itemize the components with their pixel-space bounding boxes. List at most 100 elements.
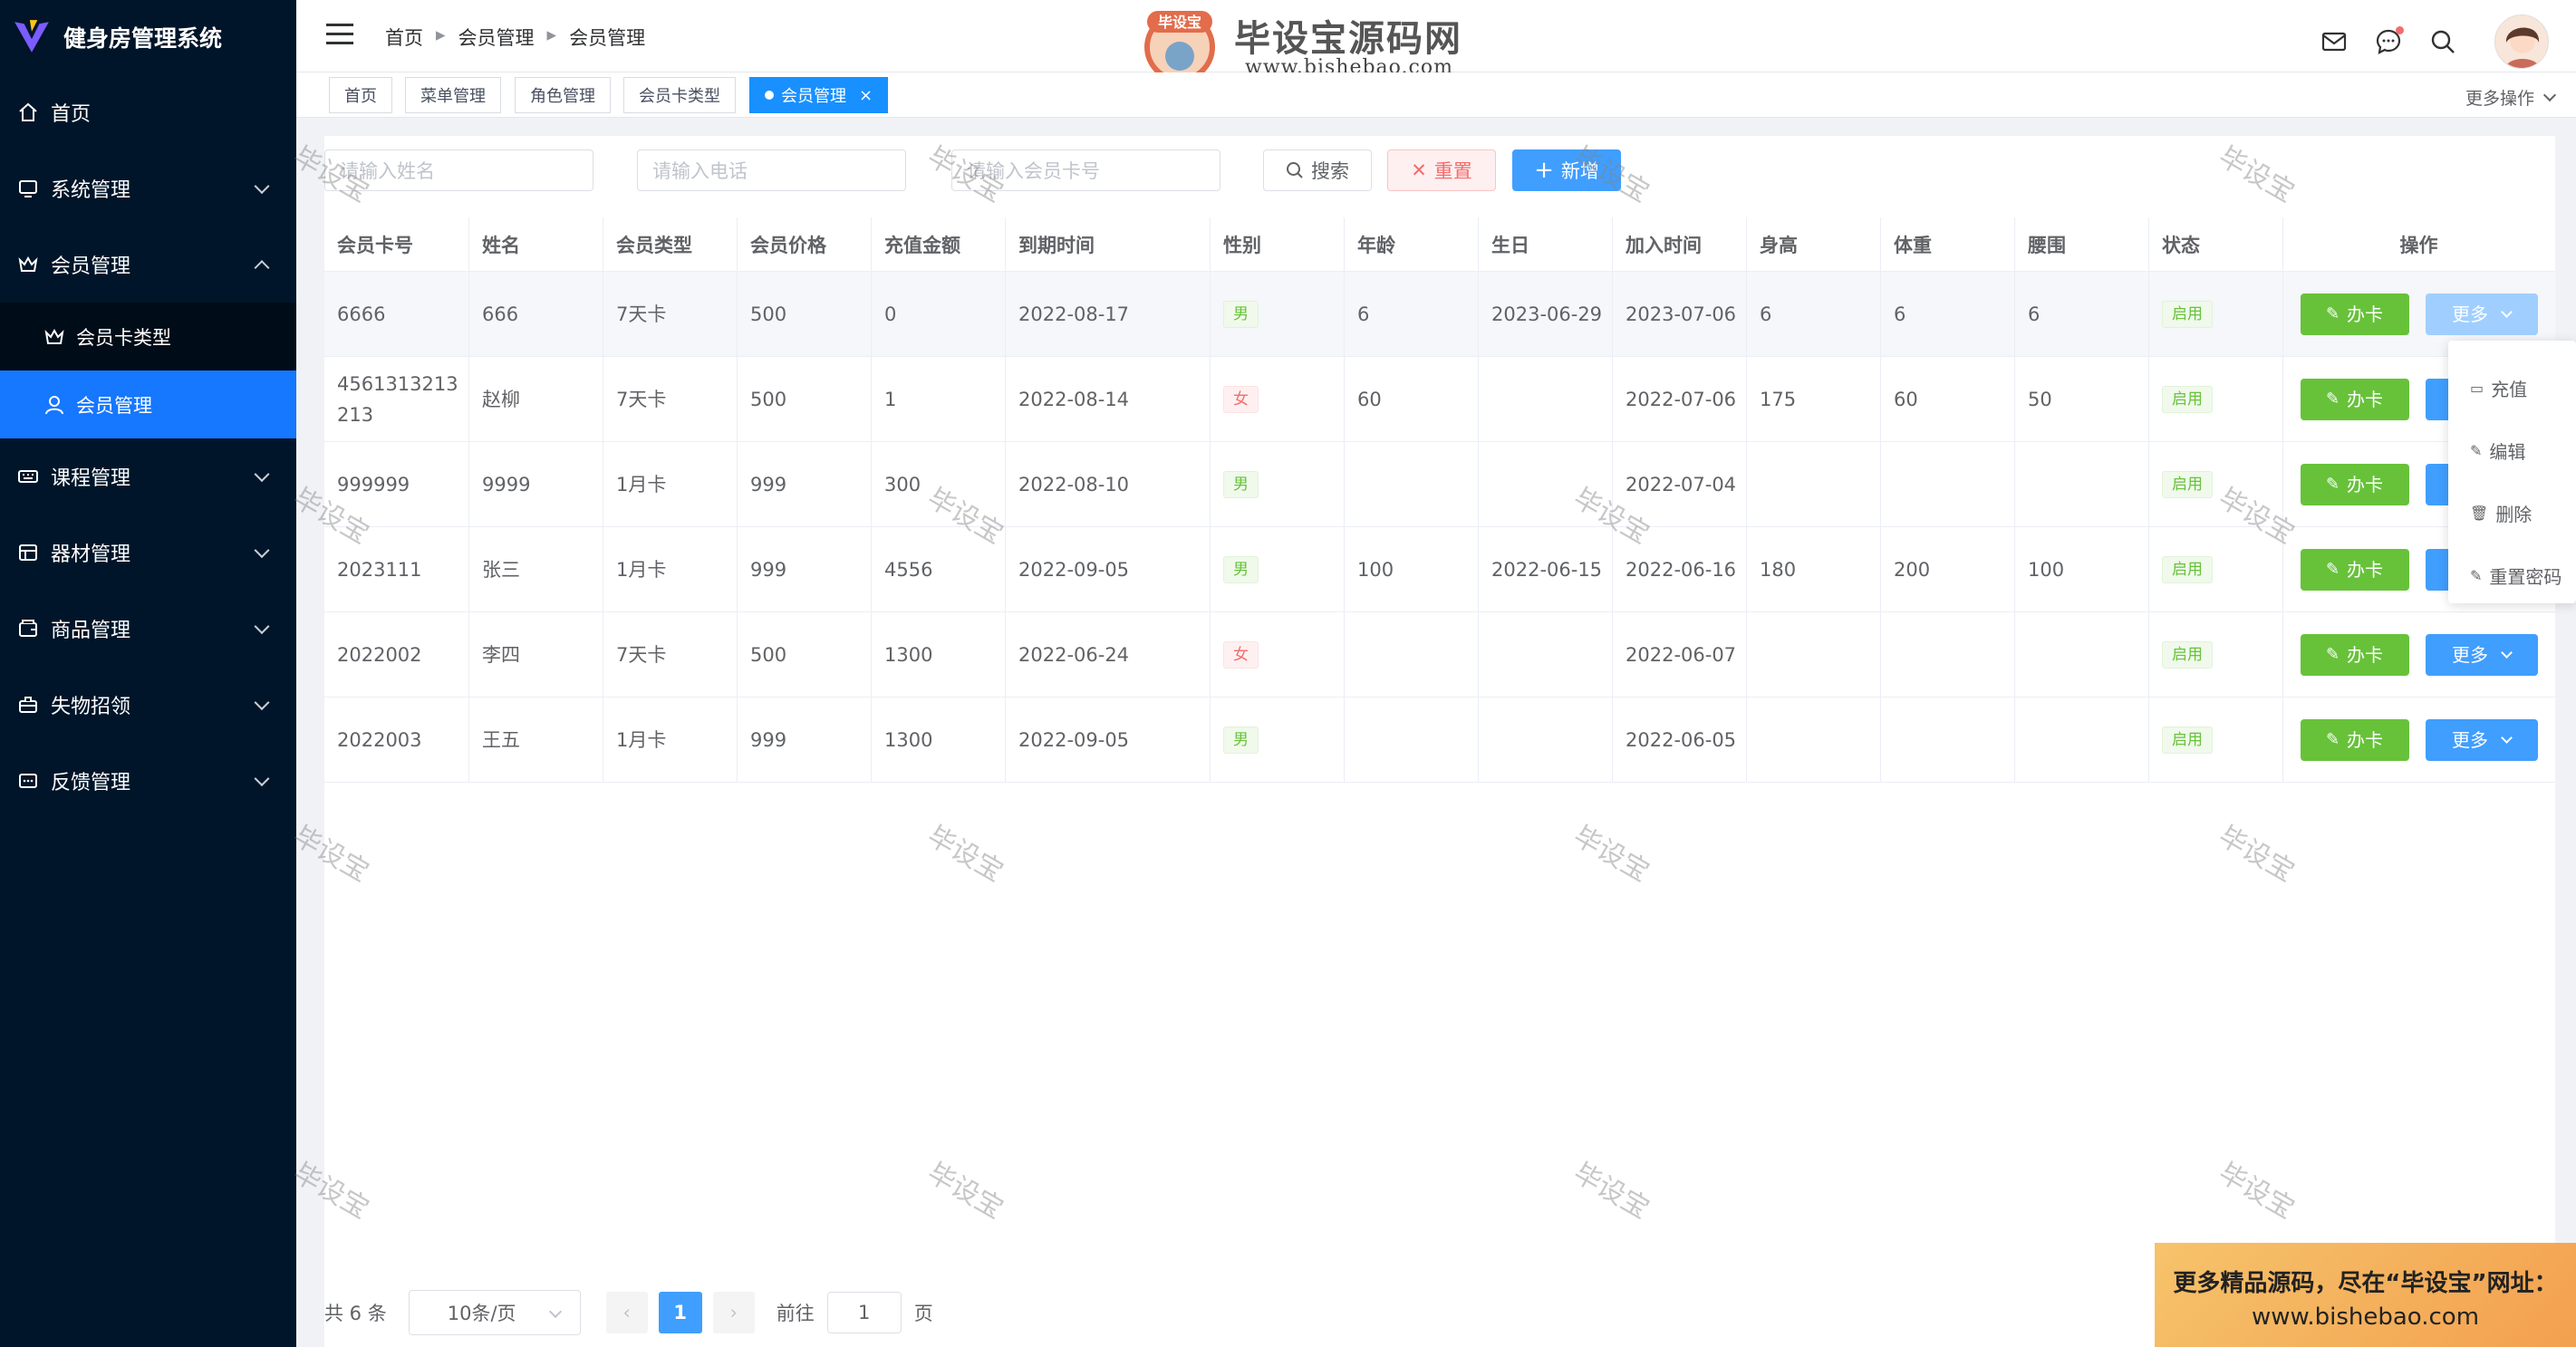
more-actions-button[interactable]: 更多 [2425,718,2538,761]
edit-icon: ✎ [2325,644,2340,664]
issue-card-button[interactable]: ✎ 办卡 [2300,378,2409,420]
mail-icon[interactable] [2319,26,2349,57]
column-header: 体重 [1881,217,2015,271]
tag-card-type[interactable]: 会员卡类型 [623,77,736,113]
edit-icon: ✎ [2325,729,2340,749]
more-operations-dropdown[interactable]: 更多操作 [2465,85,2557,110]
page-number-current[interactable]: 1 [658,1292,702,1333]
cell-gender: 男 [1211,698,1345,782]
dropdown-item-edit[interactable]: ✎ 编辑 [2448,419,2576,482]
breadcrumb-item-home[interactable]: 首页 [385,24,423,51]
tag-label: 角色管理 [530,87,595,106]
sidebar-item-course[interactable]: 课程管理 [0,438,296,515]
reset-button-label: 重置 [1433,160,1472,182]
search-button[interactable]: 搜索 [1263,149,1372,191]
sidebar-item-label: 首页 [51,103,92,126]
chevron-down-icon [2501,731,2513,744]
cell-age: 60 [1345,357,1479,441]
chat-square-icon: ▭ [2470,380,2484,397]
header-actions [2295,14,2549,69]
more-actions-button[interactable]: 更多 [2425,633,2538,676]
issue-card-button[interactable]: ✎ 办卡 [2300,633,2409,676]
close-icon[interactable]: × [859,86,873,105]
cell-join: 2022-06-05 [1613,698,1747,782]
goto-prefix: 前往 [776,1303,815,1324]
sidebar-subitem-member-manage[interactable]: 会员管理 [0,370,296,438]
wallet-icon [16,617,40,640]
dropdown-item-recharge[interactable]: ▭ 充值 [2448,357,2576,419]
dropdown-item-reset-password[interactable]: ✎ 重置密码 [2448,544,2576,607]
sidebar-item-feedback[interactable]: 反馈管理 [0,743,296,819]
plus-icon: + [1534,157,1554,184]
column-header: 会员类型 [603,217,738,271]
cell-price: 999 [738,442,872,526]
crown-icon [16,253,40,276]
tag-role-manage[interactable]: 角色管理 [515,77,611,113]
tag-label: 会员管理 [781,87,846,106]
edit-icon: ✎ [2325,389,2340,409]
dropdown-item-label: 重置密码 [2489,566,2562,588]
sidebar-item-system[interactable]: 系统管理 [0,150,296,226]
cell-age: 6 [1345,272,1479,356]
chevron-up-icon [254,260,270,276]
logo: 健身房管理系统 [0,0,296,74]
search-icon[interactable] [2427,26,2458,57]
sidebar-item-goods[interactable]: 商品管理 [0,591,296,667]
tag-menu-manage[interactable]: 菜单管理 [405,77,501,113]
user-avatar[interactable] [2494,14,2549,69]
message-icon[interactable] [2373,26,2404,57]
cell-waist: 100 [2015,527,2149,611]
issue-card-button[interactable]: ✎ 办卡 [2300,548,2409,591]
cell-status: 启用 [2149,442,2283,526]
cell-weight [1881,442,2015,526]
dropdown-item-label: 编辑 [2489,441,2526,463]
phone-search-input[interactable]: 请输入电话 [637,149,906,191]
hamburger-menu-icon[interactable] [326,24,353,45]
cell-status: 启用 [2149,527,2283,611]
sidebar-item-label: 系统管理 [51,179,131,202]
cell-recharge: 1 [872,357,1006,441]
chevron-down-icon [254,543,270,559]
cell-price: 999 [738,698,872,782]
table-row: 4561313213213 赵柳 7天卡 500 1 2022-08-14 女 60 2022-… [324,357,2555,442]
issue-card-button[interactable]: ✎ 办卡 [2300,463,2409,505]
goto-page-input[interactable]: 1 [826,1292,902,1333]
cell-expire: 2022-08-10 [1006,442,1211,526]
sidebar-item-member[interactable]: 会员管理 [0,226,296,303]
name-search-input[interactable]: 请输入姓名 [324,149,593,191]
chevron-down-icon [254,178,270,195]
vite-logo-icon [14,20,49,53]
tag-member-manage[interactable]: 会员管理 × [749,77,889,113]
brand-badge-icon: 毕设宝 [1144,11,1215,82]
sidebar-item-label: 会员卡类型 [76,326,171,349]
sidebar-item-home[interactable]: 首页 [0,74,296,150]
issue-card-button[interactable]: ✎ 办卡 [2300,718,2409,761]
more-actions-button[interactable]: 更多 [2425,293,2538,335]
issue-card-button[interactable]: ✎ 办卡 [2300,293,2409,335]
page-size-select[interactable]: 10条/页 [408,1290,581,1335]
next-page-button[interactable]: › [712,1292,755,1333]
sidebar-item-lost-found[interactable]: 失物招领 [0,667,296,743]
table-body: 6666 666 7天卡 500 0 2022-08-17 男 6 2023-06-29 2023… [324,272,2555,783]
app-title: 健身房管理系统 [63,25,223,52]
sidebar-subitem-card-type[interactable]: 会员卡类型 [0,303,296,370]
cell-weight [1881,698,2015,782]
cell-age [1345,612,1479,697]
prev-page-button[interactable]: ‹ [605,1292,648,1333]
sidebar-item-equipment[interactable]: 器材管理 [0,515,296,591]
tag-home[interactable]: 首页 [329,77,392,113]
add-button[interactable]: + 新增 [1512,149,1621,191]
cell-birthday: 2023-06-29 [1479,272,1613,356]
card-search-input[interactable]: 请输入会员卡号 [951,149,1220,191]
sidebar-item-label: 商品管理 [51,620,131,642]
cell-card: 4561313213213 [324,357,469,441]
promo-banner: 更多精品源码，尽在“毕设宝”网址： www.bishebao.com [2155,1243,2576,1347]
dropdown-item-delete[interactable]: 🗑 删除 [2448,482,2576,544]
search-icon [1287,162,1303,178]
issue-card-label: 办卡 [2347,303,2384,325]
cell-type: 7天卡 [603,612,738,697]
breadcrumb-item-current: 会员管理 [569,27,646,49]
reset-button[interactable]: ✕ 重置 [1387,149,1496,191]
top-header: 首页 ▸ 会员管理 ▸ 会员管理 毕设宝 毕设宝源码网 www.bishebao… [296,0,2576,82]
breadcrumb-item-member: 会员管理 [458,27,535,49]
